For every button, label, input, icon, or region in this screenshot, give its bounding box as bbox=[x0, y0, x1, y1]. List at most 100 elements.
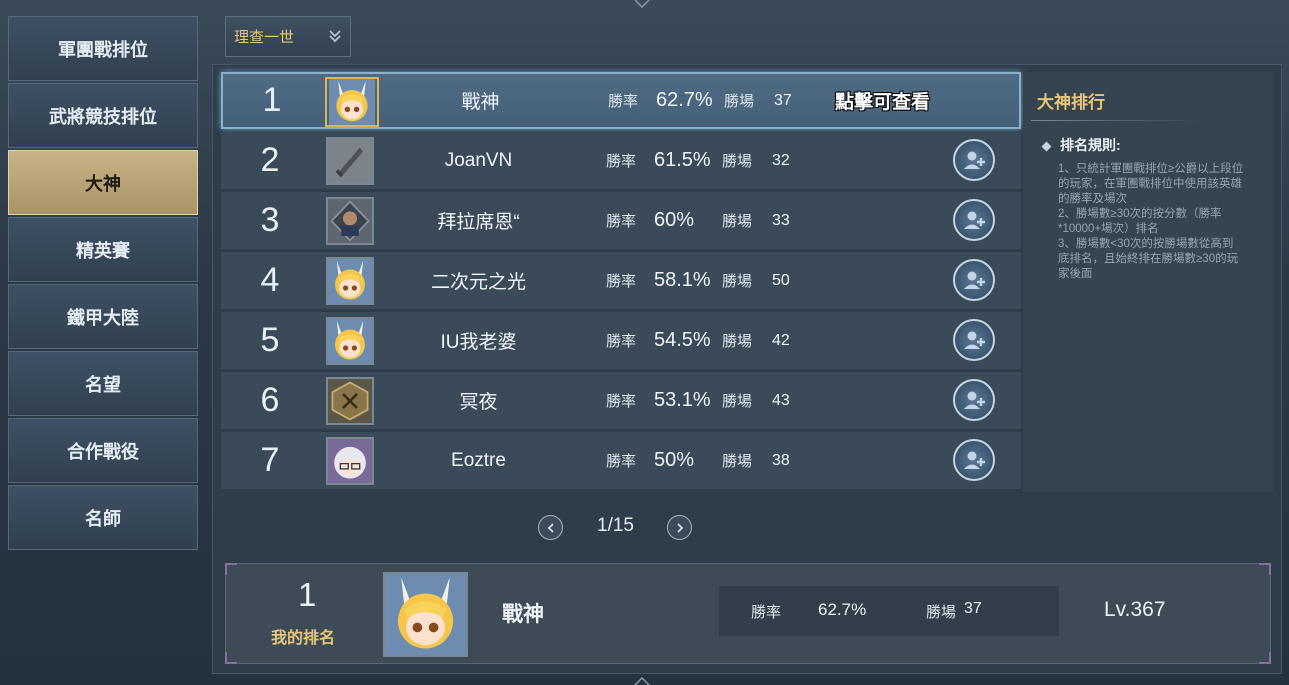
wins-label: 勝場 bbox=[722, 333, 753, 350]
player-name: IU我老婆 bbox=[440, 332, 517, 353]
corner-ornament bbox=[225, 652, 237, 664]
chevron-left-icon bbox=[547, 522, 554, 533]
add-friend-icon bbox=[964, 391, 985, 409]
player-name: 拜拉席恩“ bbox=[437, 212, 520, 233]
player-name: 冥夜 bbox=[459, 392, 498, 413]
sidebar-item-general-arena[interactable]: 武將競技排位 bbox=[8, 83, 198, 148]
page-indicator: 1/15 bbox=[597, 515, 634, 536]
my-level: Lv.367 bbox=[1104, 598, 1166, 621]
add-friend-button[interactable] bbox=[953, 319, 995, 361]
hero-select-dropdown[interactable]: 理查一世 bbox=[225, 16, 351, 57]
win-rate-label: 勝率 bbox=[606, 333, 637, 350]
diamond-bullet-icon bbox=[1041, 141, 1052, 152]
bronze-emblem-avatar-icon[interactable] bbox=[326, 377, 374, 425]
rule-text: 1、只統計軍團戰排位≥公爵以上段位 的玩家，在軍團戰排位中使用該英雄 的勝率及場… bbox=[1058, 163, 1244, 280]
ranking-row[interactable]: 5 IU我老婆 勝率 54.5% 勝場 42 bbox=[221, 312, 1021, 369]
win-rate-label: 勝率 bbox=[608, 93, 639, 110]
blonde-bunny-girl-avatar-icon[interactable] bbox=[326, 317, 374, 365]
win-rate-value: 50% bbox=[654, 449, 695, 471]
my-rank-bar: 1 我的排名 戰神 勝率 62.7% 勝場 37 Lv.367 bbox=[225, 563, 1271, 664]
hero-select-value: 理查一世 bbox=[234, 29, 295, 46]
add-friend-icon bbox=[964, 331, 985, 349]
rule-heading: 排名規則: bbox=[1041, 135, 1121, 155]
add-friend-button[interactable] bbox=[953, 139, 995, 181]
sidebar-item-mentor[interactable]: 名師 bbox=[8, 485, 198, 550]
add-friend-icon bbox=[964, 451, 985, 469]
ranking-row[interactable]: 2 JoanVN 勝率 61.5% 勝場 32 bbox=[221, 132, 1021, 189]
add-friend-button[interactable] bbox=[953, 379, 995, 421]
my-player-name: 戰神 bbox=[502, 603, 544, 626]
silver-hair-glasses-avatar-icon[interactable] bbox=[326, 437, 374, 485]
corner-ornament bbox=[225, 563, 237, 575]
blonde-bunny-girl-avatar-icon[interactable] bbox=[326, 257, 374, 305]
win-rate-label: 勝率 bbox=[606, 153, 637, 170]
wins-value: 33 bbox=[772, 211, 790, 229]
bottom-notch-ornament bbox=[634, 677, 650, 685]
rank-number: 5 bbox=[260, 321, 280, 359]
sidebar-item-legion-ranking[interactable]: 軍團戰排位 bbox=[8, 16, 198, 81]
add-friend-icon bbox=[964, 151, 985, 169]
top-notch-ornament bbox=[634, 0, 650, 8]
prev-page-button[interactable] bbox=[538, 515, 563, 540]
chevron-right-icon bbox=[676, 522, 683, 533]
ranking-row[interactable]: 1 戰神 勝率 62.7% 勝場 37 點擊可查看 bbox=[221, 72, 1021, 129]
wins-value: 38 bbox=[772, 451, 790, 469]
wins-label: 勝場 bbox=[722, 453, 753, 470]
ranking-list: 1 戰神 勝率 62.7% 勝場 37 點擊可查看 2 JoanVN 勝率 61… bbox=[221, 72, 1021, 492]
my-wins-value: 37 bbox=[964, 600, 982, 617]
wins-value: 43 bbox=[772, 391, 790, 409]
player-name: JoanVN bbox=[444, 149, 513, 171]
win-rate-value: 60% bbox=[654, 209, 695, 231]
add-friend-icon bbox=[964, 211, 985, 229]
win-rate-value: 61.5% bbox=[654, 149, 711, 171]
rule-heading-text: 排名規則: bbox=[1060, 137, 1121, 153]
corner-ornament bbox=[1259, 563, 1271, 575]
win-rate-value: 58.1% bbox=[654, 269, 711, 291]
my-avatar-blonde-bunny-girl-icon[interactable] bbox=[383, 572, 468, 657]
corner-ornament bbox=[1259, 652, 1271, 664]
my-rank-number: 1 bbox=[298, 576, 317, 613]
my-stats-box: 勝率 62.7% 勝場 37 bbox=[719, 586, 1059, 636]
wins-label: 勝場 bbox=[722, 153, 753, 170]
wins-label: 勝場 bbox=[722, 273, 753, 290]
player-name: 戰神 bbox=[461, 92, 500, 113]
info-title: 大神排行 bbox=[1037, 93, 1105, 112]
my-win-rate-label: 勝率 bbox=[751, 604, 782, 621]
win-rate-value: 54.5% bbox=[654, 329, 711, 351]
sidebar-item-iron-continent[interactable]: 鐵甲大陸 bbox=[8, 284, 198, 349]
wins-label: 勝場 bbox=[722, 213, 753, 230]
rules-info-panel: 大神排行 排名規則: 1、只統計軍團戰排位≥公爵以上段位 的玩家，在軍團戰排位中… bbox=[1023, 72, 1273, 492]
player-name: 二次元之光 bbox=[430, 272, 526, 293]
wins-label: 勝場 bbox=[724, 93, 755, 110]
add-friend-icon bbox=[964, 271, 985, 289]
player-name: Eoztre bbox=[451, 449, 506, 471]
double-chevron-down-icon bbox=[329, 30, 341, 43]
sidebar-item-coop-campaign[interactable]: 合作戰役 bbox=[8, 418, 198, 483]
add-friend-button[interactable] bbox=[953, 439, 995, 481]
ranking-row[interactable]: 7 Eoztre 勝率 50% 勝場 38 bbox=[221, 432, 1021, 489]
rank-number: 2 bbox=[260, 141, 280, 179]
wins-label: 勝場 bbox=[722, 393, 753, 410]
rank-number: 3 bbox=[260, 201, 280, 239]
sidebar-item-master[interactable]: 大神 bbox=[8, 150, 198, 215]
my-wins-label: 勝場 bbox=[926, 604, 957, 621]
ranking-row[interactable]: 4 二次元之光 勝率 58.1% 勝場 50 bbox=[221, 252, 1021, 309]
info-divider bbox=[1031, 120, 1201, 121]
rank-number: 4 bbox=[260, 261, 280, 299]
sword-avatar-icon[interactable] bbox=[326, 137, 374, 185]
ranking-row[interactable]: 3 拜拉席恩“ 勝率 60% 勝場 33 bbox=[221, 192, 1021, 249]
click-to-view-hint: 點擊可查看 bbox=[835, 92, 931, 113]
rank-number: 7 bbox=[260, 441, 280, 479]
rank-number: 1 bbox=[262, 81, 282, 119]
armored-warrior-avatar-icon[interactable] bbox=[326, 197, 374, 245]
next-page-button[interactable] bbox=[667, 515, 692, 540]
wins-value: 50 bbox=[772, 271, 790, 289]
sidebar-item-prestige[interactable]: 名望 bbox=[8, 351, 198, 416]
add-friend-button[interactable] bbox=[953, 259, 995, 301]
sidebar-item-elite-match[interactable]: 精英賽 bbox=[8, 217, 198, 282]
ranking-row[interactable]: 6 冥夜 勝率 53.1% 勝場 43 bbox=[221, 372, 1021, 429]
add-friend-button[interactable] bbox=[953, 199, 995, 241]
wins-value: 32 bbox=[772, 151, 790, 169]
blonde-bunny-girl-avatar-icon[interactable] bbox=[325, 77, 379, 127]
rank-number: 6 bbox=[260, 381, 280, 419]
